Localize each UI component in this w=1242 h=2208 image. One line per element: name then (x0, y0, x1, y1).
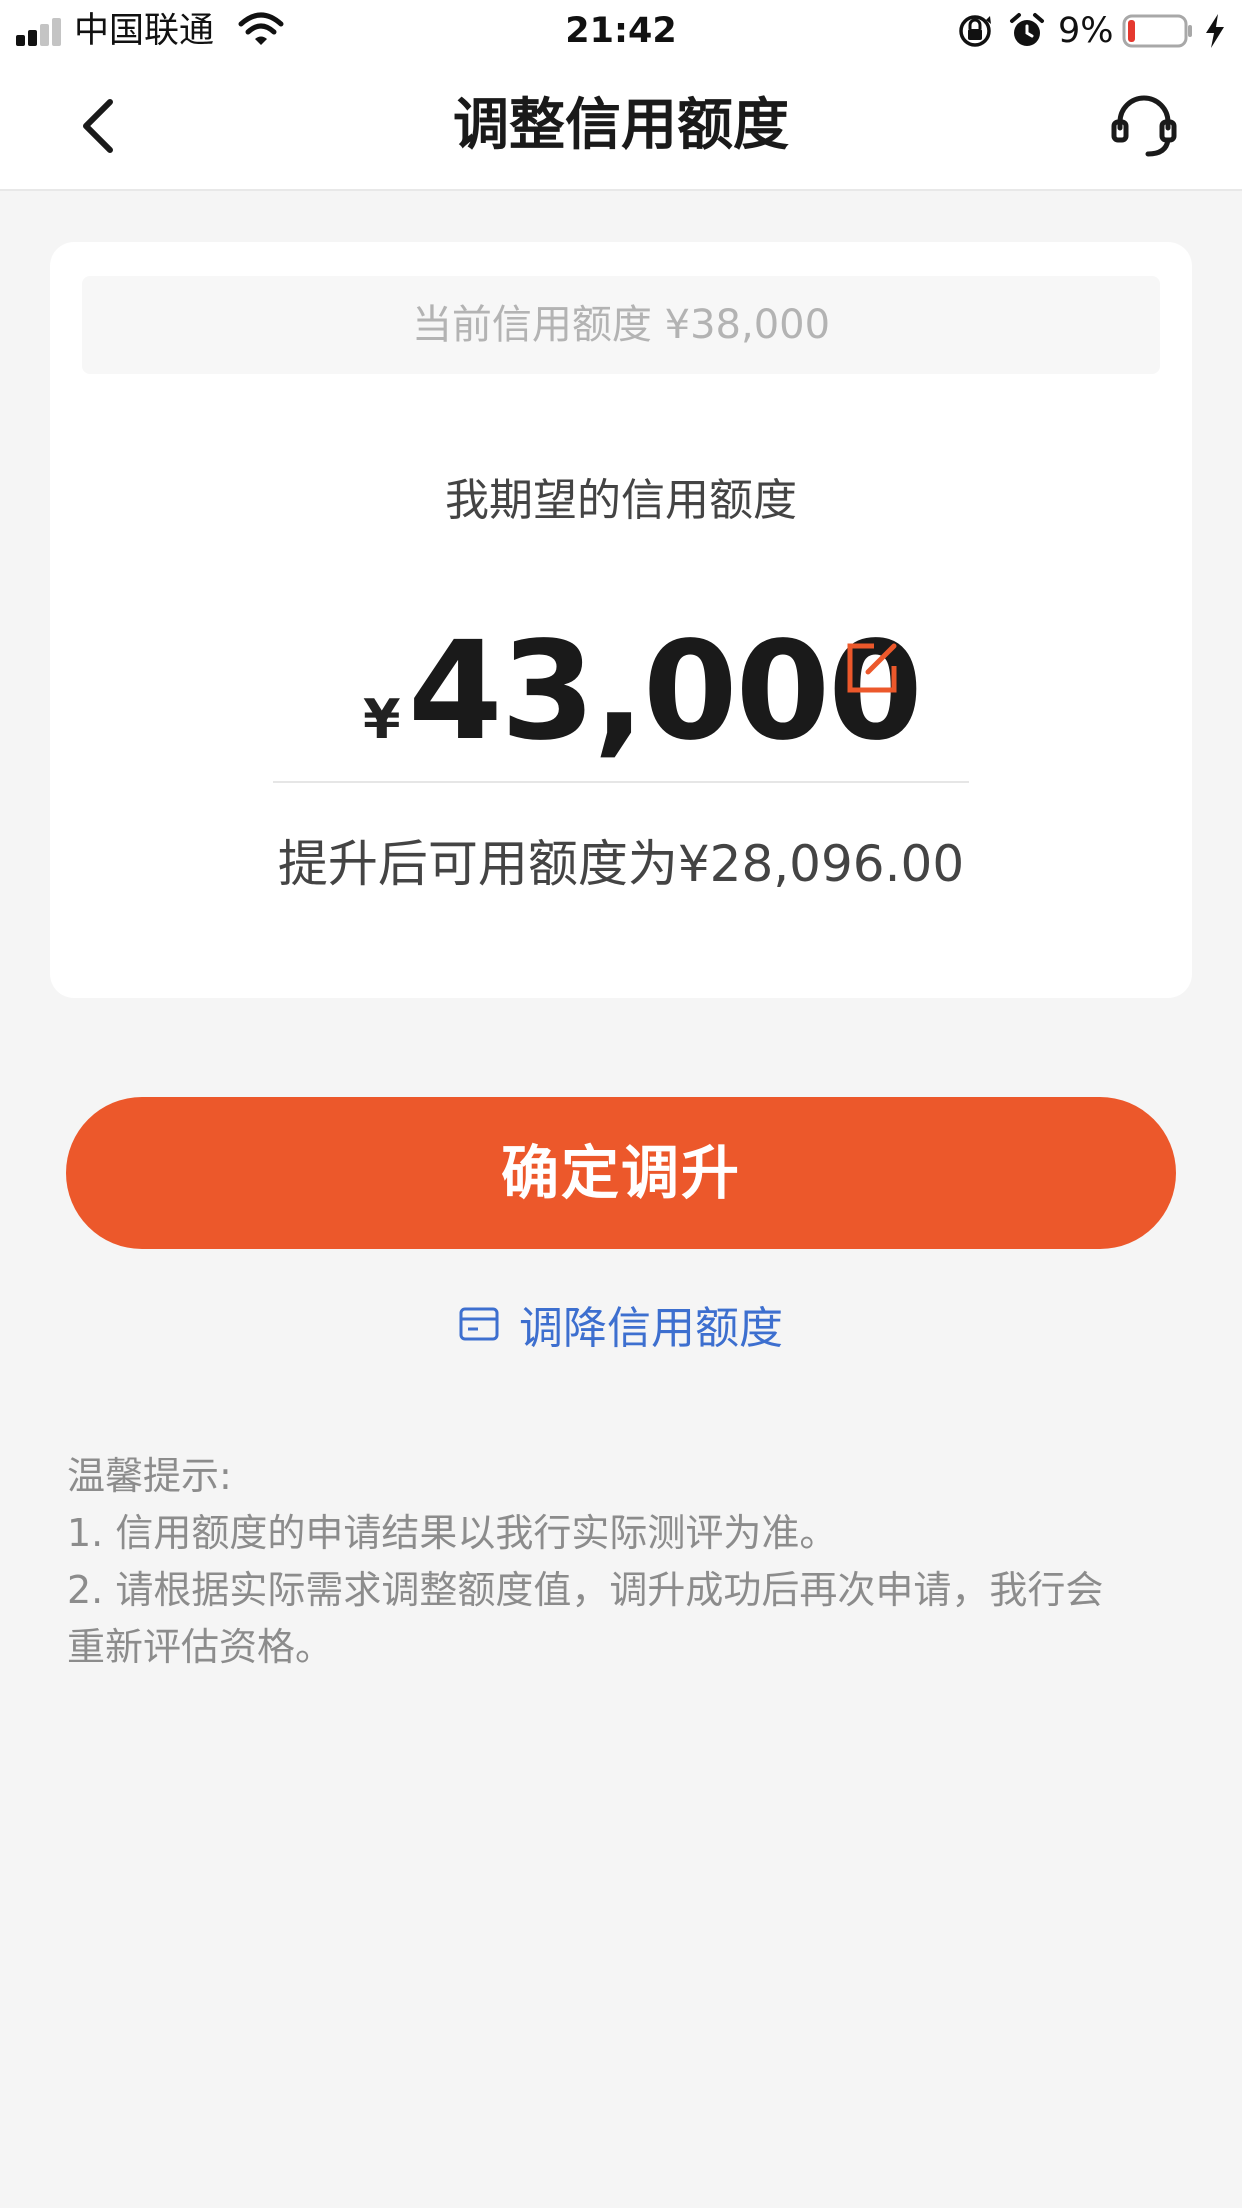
currency-symbol: ¥ (363, 688, 401, 751)
tip-item: 重新评估资格。 (67, 1625, 334, 1669)
amount-underline (273, 781, 969, 783)
alarm-icon (1010, 13, 1044, 46)
status-bar: 中国联通 21:42 9% (0, 0, 1242, 62)
tips-title: 温馨提示: (67, 1454, 232, 1498)
amount-input[interactable]: ¥ 43,000 (50, 622, 1192, 762)
available-after-increase: 提升后可用额度为¥28,096.00 (277, 835, 965, 893)
battery-percent: 9% (1058, 11, 1114, 51)
card-icon (459, 1307, 499, 1341)
headset-icon[interactable] (1110, 92, 1178, 160)
edit-icon[interactable] (844, 640, 900, 696)
page-title: 调整信用额度 (453, 93, 789, 158)
clock: 21:42 (565, 11, 677, 51)
tip-item: 1. 信用额度的申请结果以我行实际测评为准。 (67, 1511, 838, 1555)
nav-bar: 调整信用额度 (0, 62, 1242, 191)
confirm-increase-button[interactable]: 确定调升 (66, 1097, 1176, 1249)
charging-icon (1206, 14, 1224, 48)
current-credit-limit: 当前信用额度 ¥38,000 (82, 276, 1160, 374)
credit-limit-card: 当前信用额度 ¥38,000 我期望的信用额度 ¥ 43,000 提升后可用额度… (50, 242, 1192, 998)
battery-icon (1122, 14, 1192, 48)
decrease-limit-label[interactable]: 调降信用额度 (519, 1292, 783, 1356)
expected-limit-label: 我期望的信用额度 (445, 475, 797, 526)
orientation-lock-icon (959, 15, 991, 47)
decrease-limit-link[interactable]: 调降信用额度 (0, 1290, 1242, 1358)
tip-item: 2. 请根据实际需求调整额度值，调升成功后再次申请，我行会 (67, 1568, 1104, 1612)
tips-section: 温馨提示: 1. 信用额度的申请结果以我行实际测评为准。 2. 请根据实际需求调… (67, 1448, 1177, 1676)
